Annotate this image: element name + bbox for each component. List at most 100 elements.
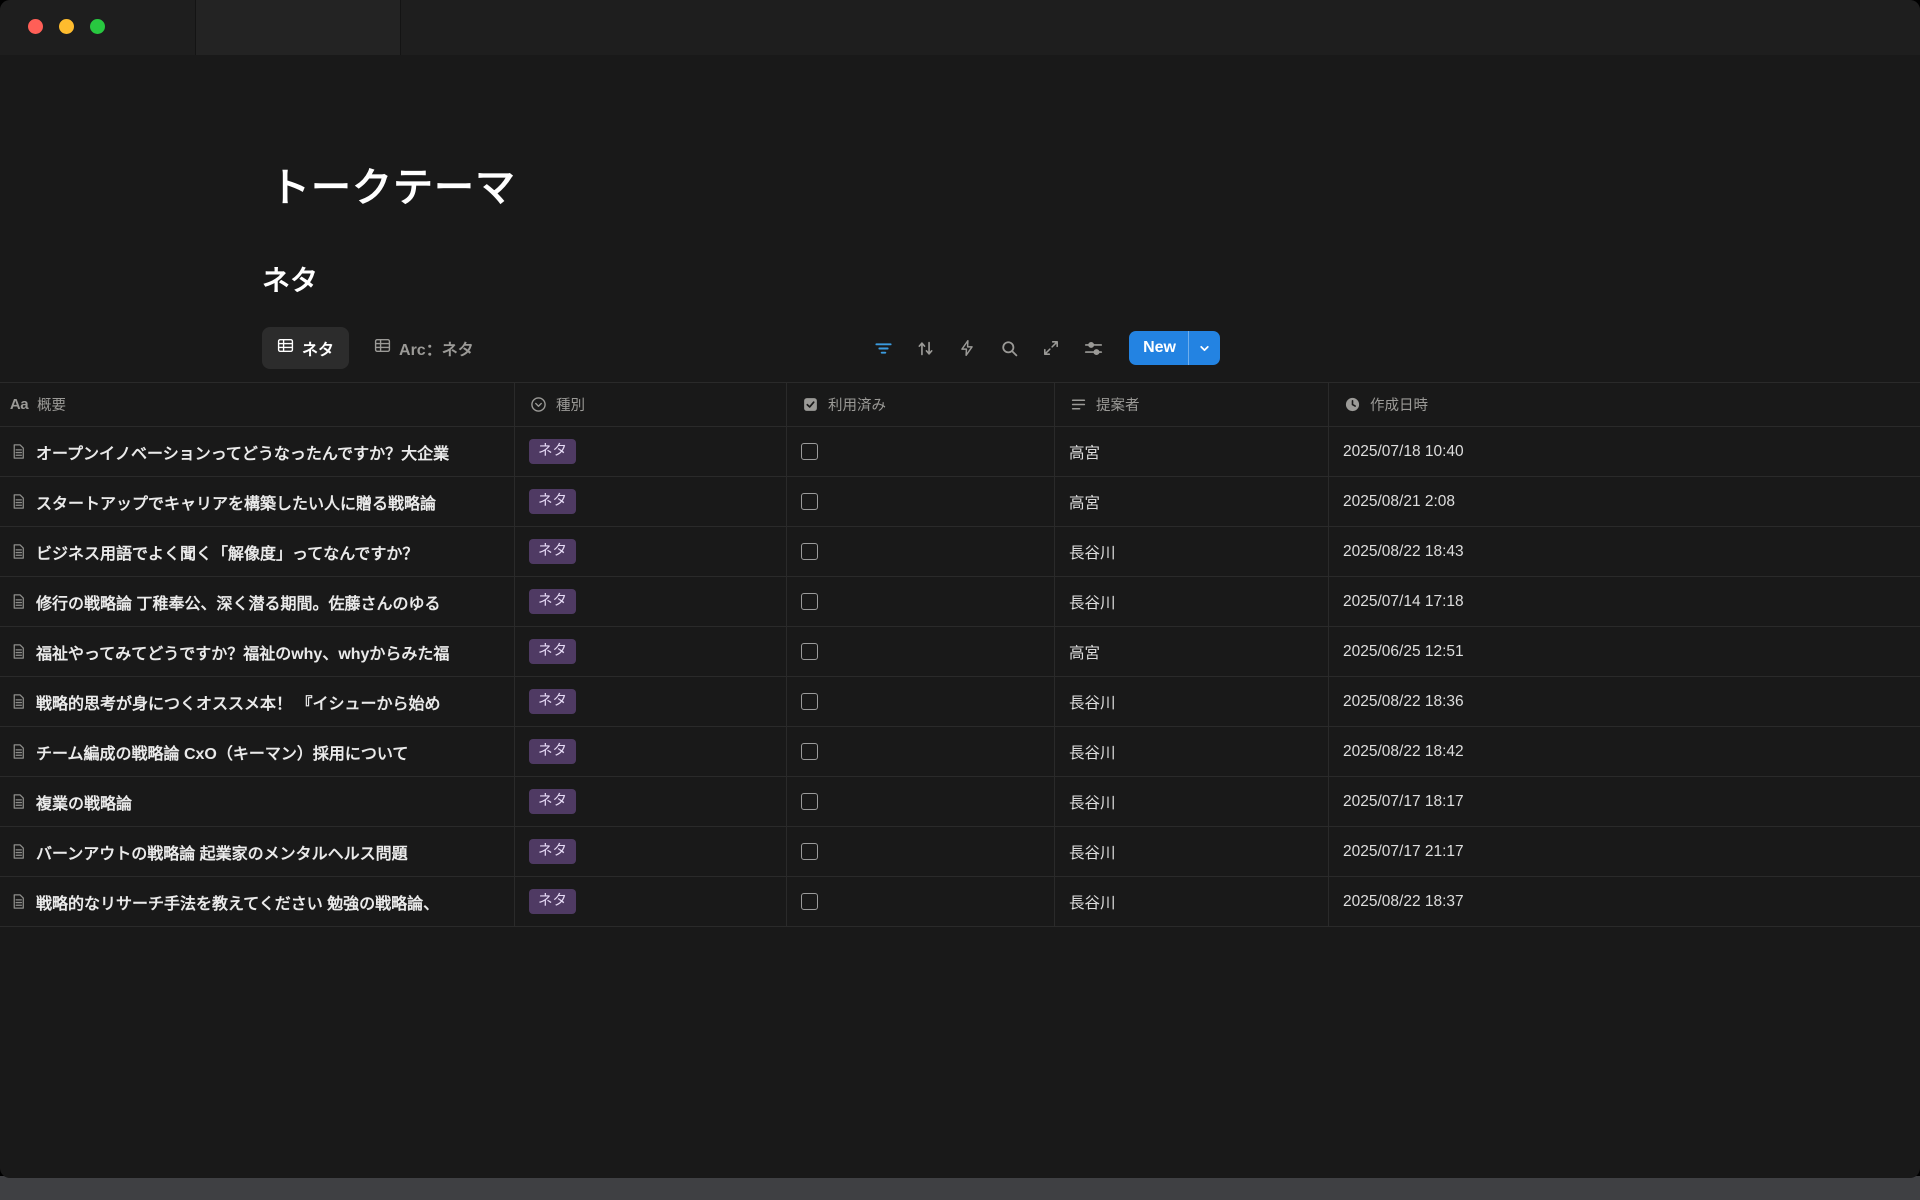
- created-cell[interactable]: 2025/08/22 18:42: [1329, 727, 1920, 776]
- used-cell[interactable]: [787, 527, 1055, 576]
- used-cell[interactable]: [787, 627, 1055, 676]
- created-cell[interactable]: 2025/07/18 10:40: [1329, 427, 1920, 476]
- created-cell[interactable]: 2025/08/22 18:36: [1329, 677, 1920, 726]
- type-cell[interactable]: ネタ: [515, 777, 787, 826]
- created-cell[interactable]: 2025/07/17 18:17: [1329, 777, 1920, 826]
- used-checkbox[interactable]: [801, 443, 818, 460]
- proposer-cell[interactable]: 長谷川: [1055, 777, 1329, 826]
- created-cell[interactable]: 2025/07/17 21:17: [1329, 827, 1920, 876]
- table-row[interactable]: オープンイノベーションってどうなったんですか？大企業 ネタ 高宮 2025/07…: [0, 427, 1920, 477]
- chevron-down-icon[interactable]: [1189, 343, 1220, 354]
- used-checkbox[interactable]: [801, 743, 818, 760]
- column-label: 提案者: [1096, 394, 1140, 415]
- table-row[interactable]: 戦略的思考が身につくオススメ本！ 『イシューから始め ネタ 長谷川 2025/0…: [0, 677, 1920, 727]
- view-tab-arc-neta[interactable]: Arc：ネタ: [359, 327, 489, 369]
- window-tab[interactable]: [195, 0, 401, 55]
- new-button-label: New: [1129, 339, 1188, 357]
- new-button[interactable]: New: [1129, 331, 1220, 365]
- created-cell[interactable]: 2025/08/22 18:43: [1329, 527, 1920, 576]
- filter-icon[interactable]: [873, 338, 893, 358]
- type-cell[interactable]: ネタ: [515, 877, 787, 926]
- summary-cell[interactable]: 修行の戦略論 丁稚奉公、深く潜る期間。佐藤さんのゆる: [0, 577, 515, 626]
- summary-cell[interactable]: 福祉やってみてどうですか？福祉のwhy、whyからみた福: [0, 627, 515, 676]
- proposer-cell[interactable]: 高宮: [1055, 477, 1329, 526]
- table-row[interactable]: 福祉やってみてどうですか？福祉のwhy、whyからみた福 ネタ 高宮 2025/…: [0, 627, 1920, 677]
- proposer-cell[interactable]: 長谷川: [1055, 527, 1329, 576]
- type-cell[interactable]: ネタ: [515, 677, 787, 726]
- sort-icon[interactable]: [915, 338, 935, 358]
- page-icon: [10, 693, 27, 710]
- column-header-created[interactable]: 作成日時: [1329, 383, 1920, 426]
- used-checkbox[interactable]: [801, 643, 818, 660]
- search-icon[interactable]: [999, 338, 1019, 358]
- used-cell[interactable]: [787, 827, 1055, 876]
- page-title: トークテーマ: [270, 155, 1920, 213]
- used-checkbox[interactable]: [801, 843, 818, 860]
- table-row[interactable]: チーム編成の戦略論 CxO（キーマン）採用について ネタ 長谷川 2025/08…: [0, 727, 1920, 777]
- used-cell[interactable]: [787, 727, 1055, 776]
- proposer-cell[interactable]: 高宮: [1055, 427, 1329, 476]
- type-cell[interactable]: ネタ: [515, 427, 787, 476]
- table-row[interactable]: 修行の戦略論 丁稚奉公、深く潜る期間。佐藤さんのゆる ネタ 長谷川 2025/0…: [0, 577, 1920, 627]
- table-row[interactable]: バーンアウトの戦略論 起業家のメンタルヘルス問題 ネタ 長谷川 2025/07/…: [0, 827, 1920, 877]
- summary-cell[interactable]: スタートアップでキャリアを構築したい人に贈る戦略論: [0, 477, 515, 526]
- summary-cell[interactable]: バーンアウトの戦略論 起業家のメンタルヘルス問題: [0, 827, 515, 876]
- used-cell[interactable]: [787, 877, 1055, 926]
- column-header-type[interactable]: 種別: [515, 383, 787, 426]
- created-cell[interactable]: 2025/06/25 12:51: [1329, 627, 1920, 676]
- used-checkbox[interactable]: [801, 543, 818, 560]
- column-header-summary[interactable]: Aa 概要: [0, 383, 515, 426]
- type-cell[interactable]: ネタ: [515, 727, 787, 776]
- used-checkbox[interactable]: [801, 893, 818, 910]
- close-button[interactable]: [28, 19, 43, 34]
- proposer-cell[interactable]: 長谷川: [1055, 577, 1329, 626]
- column-header-proposer[interactable]: 提案者: [1055, 383, 1329, 426]
- table-body: オープンイノベーションってどうなったんですか？大企業 ネタ 高宮 2025/07…: [0, 427, 1920, 927]
- used-cell[interactable]: [787, 577, 1055, 626]
- table-row[interactable]: 複業の戦略論 ネタ 長谷川 2025/07/17 18:17: [0, 777, 1920, 827]
- used-checkbox[interactable]: [801, 693, 818, 710]
- used-cell[interactable]: [787, 777, 1055, 826]
- summary-cell[interactable]: 戦略的なリサーチ手法を教えてください 勉強の戦略論、: [0, 877, 515, 926]
- sliders-icon[interactable]: [1083, 338, 1103, 358]
- used-cell[interactable]: [787, 427, 1055, 476]
- proposer-cell[interactable]: 長谷川: [1055, 677, 1329, 726]
- summary-cell[interactable]: ビジネス用語でよく聞く「解像度」ってなんですか？: [0, 527, 515, 576]
- created-cell[interactable]: 2025/07/14 17:18: [1329, 577, 1920, 626]
- table-view-icon: [277, 337, 294, 359]
- type-cell[interactable]: ネタ: [515, 627, 787, 676]
- zoom-button[interactable]: [90, 19, 105, 34]
- type-cell[interactable]: ネタ: [515, 827, 787, 876]
- created-cell[interactable]: 2025/08/22 18:37: [1329, 877, 1920, 926]
- used-cell[interactable]: [787, 477, 1055, 526]
- type-cell[interactable]: ネタ: [515, 527, 787, 576]
- summary-cell[interactable]: 戦略的思考が身につくオススメ本！ 『イシューから始め: [0, 677, 515, 726]
- column-header-used[interactable]: 利用済み: [787, 383, 1055, 426]
- summary-cell[interactable]: チーム編成の戦略論 CxO（キーマン）採用について: [0, 727, 515, 776]
- proposer-cell[interactable]: 長谷川: [1055, 827, 1329, 876]
- used-checkbox[interactable]: [801, 593, 818, 610]
- created-text: 2025/07/17 18:17: [1343, 793, 1464, 811]
- expand-icon[interactable]: [1041, 338, 1061, 358]
- window-titlebar: [0, 0, 1920, 55]
- type-cell[interactable]: ネタ: [515, 577, 787, 626]
- column-label: 作成日時: [1370, 394, 1428, 415]
- table-row[interactable]: ビジネス用語でよく聞く「解像度」ってなんですか？ ネタ 長谷川 2025/08/…: [0, 527, 1920, 577]
- proposer-cell[interactable]: 高宮: [1055, 627, 1329, 676]
- page-icon: [10, 743, 27, 760]
- proposer-cell[interactable]: 長谷川: [1055, 727, 1329, 776]
- column-label: 種別: [556, 394, 585, 415]
- summary-cell[interactable]: オープンイノベーションってどうなったんですか？大企業: [0, 427, 515, 476]
- used-checkbox[interactable]: [801, 793, 818, 810]
- view-tab-neta[interactable]: ネタ: [262, 327, 349, 369]
- created-cell[interactable]: 2025/08/21 2:08: [1329, 477, 1920, 526]
- table-row[interactable]: 戦略的なリサーチ手法を教えてください 勉強の戦略論、 ネタ 長谷川 2025/0…: [0, 877, 1920, 927]
- summary-cell[interactable]: 複業の戦略論: [0, 777, 515, 826]
- table-row[interactable]: スタートアップでキャリアを構築したい人に贈る戦略論 ネタ 高宮 2025/08/…: [0, 477, 1920, 527]
- used-checkbox[interactable]: [801, 493, 818, 510]
- type-cell[interactable]: ネタ: [515, 477, 787, 526]
- zap-icon[interactable]: [957, 338, 977, 358]
- proposer-cell[interactable]: 長谷川: [1055, 877, 1329, 926]
- minimize-button[interactable]: [59, 19, 74, 34]
- used-cell[interactable]: [787, 677, 1055, 726]
